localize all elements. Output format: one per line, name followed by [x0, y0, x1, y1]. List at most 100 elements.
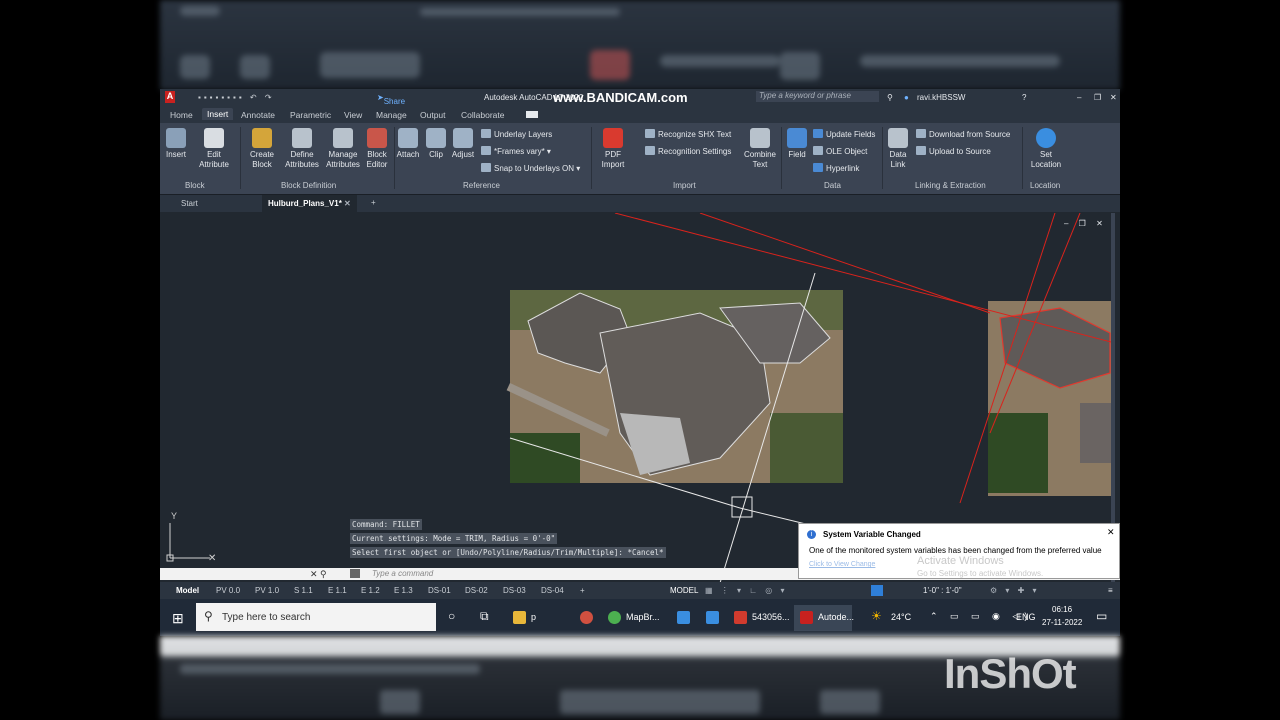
viewport-controls[interactable]: – ❐ ✕ — [1064, 219, 1107, 228]
annotation-scale[interactable]: 1'-0" : 1'-0" — [923, 586, 962, 595]
tab-insert[interactable]: Insert — [202, 108, 234, 120]
annotation-monitor-icon[interactable] — [871, 585, 883, 596]
taskbar-search[interactable]: ⚲ Type here to search — [196, 603, 436, 631]
user-icon[interactable]: ● — [904, 93, 909, 102]
layout-tab[interactable]: DS-01 — [428, 586, 451, 595]
tab-collaborate[interactable]: Collaborate — [461, 110, 504, 120]
block-editor-label-1: Block — [367, 150, 387, 159]
minimize-button[interactable]: – — [1077, 93, 1081, 102]
snap-underlays-dropdown[interactable]: Snap to Underlays ON ▾ — [481, 163, 580, 173]
tab-home[interactable]: Home — [170, 110, 193, 120]
layout-tab[interactable]: E 1.3 — [394, 586, 413, 595]
underlay-layers-button[interactable]: Underlay Layers — [481, 129, 552, 139]
tab-annotate[interactable]: Annotate — [241, 110, 275, 120]
hyperlink-button[interactable]: Hyperlink — [813, 163, 859, 173]
chrome-label[interactable]: MapBr... — [626, 612, 660, 622]
tab-parametric[interactable]: Parametric — [290, 110, 331, 120]
frames-vary-dropdown[interactable]: *Frames vary* ▾ — [481, 146, 551, 156]
clock-time[interactable]: 06:16 — [1052, 605, 1072, 614]
task-view-icon[interactable]: ⧉ — [480, 609, 489, 624]
quick-access-toolbar[interactable]: ▪▪▪▪▪▪▪▪ ↶ ↷ — [198, 93, 275, 102]
aerial-image-main[interactable] — [506, 290, 843, 483]
update-fields-button[interactable]: Update Fields — [813, 129, 875, 139]
tab-output[interactable]: Output — [420, 110, 446, 120]
autocad-logo-icon[interactable]: A — [165, 91, 175, 103]
app-icon-blue[interactable] — [677, 611, 690, 624]
notification-body: One of the monitored system variables ha… — [809, 546, 1102, 555]
block-editor-button[interactable]: Block Editor — [364, 128, 390, 170]
ole-object-button[interactable]: OLE Object — [813, 146, 867, 156]
panel-block[interactable]: Block — [185, 181, 205, 190]
upload-source-button[interactable]: Upload to Source — [916, 146, 991, 156]
recognition-settings-button[interactable]: Recognition Settings — [645, 146, 731, 156]
layout-tab[interactable]: E 1.1 — [328, 586, 347, 595]
user-name[interactable]: ravi.kHBSSW — [917, 93, 965, 102]
close-tab-icon[interactable]: ✕ — [344, 199, 351, 208]
tab-drawing[interactable]: Hulburd_Plans_V1* ✕ — [262, 195, 357, 212]
new-tab-icon[interactable]: + — [371, 198, 376, 207]
notification-center-icon[interactable]: ▭ — [1096, 609, 1107, 623]
create-block-button[interactable]: Create Block — [245, 128, 279, 170]
notification-balloon[interactable]: i System Variable Changed ✕ One of the m… — [798, 523, 1120, 579]
manage-attributes-button[interactable]: Manage Attributes — [324, 128, 362, 170]
panel-reference[interactable]: Reference — [463, 181, 500, 190]
aerial-image-right[interactable] — [988, 301, 1113, 496]
autocad-task-icon[interactable] — [800, 611, 813, 624]
search-icon[interactable]: ⚲ — [887, 93, 893, 102]
download-source-button[interactable]: Download from Source — [916, 129, 1010, 139]
clock-date[interactable]: 27-11-2022 — [1042, 618, 1082, 627]
language-indicator[interactable]: ENG — [1016, 612, 1036, 622]
add-layout-icon[interactable]: + — [580, 586, 585, 595]
chrome-icon[interactable] — [608, 611, 621, 624]
autocad-task-label[interactable]: Autode... — [818, 612, 854, 622]
view-change-link[interactable]: Click to View Change — [809, 561, 875, 568]
file-explorer-icon[interactable] — [513, 611, 526, 624]
tab-manage[interactable]: Manage — [376, 110, 407, 120]
vivaldi-icon[interactable] — [734, 611, 747, 624]
layout-tab[interactable]: PV 1.0 — [255, 586, 279, 595]
drafting-toggles[interactable]: ▦ ⋮ ▾ ∟ ◎ ▾ — [705, 586, 788, 595]
data-link-button[interactable]: Data Link — [886, 128, 910, 170]
tab-view[interactable]: View — [344, 110, 362, 120]
workspace-icons[interactable]: ⚙ ▾ ✚ ▾ — [990, 586, 1040, 595]
model-space-toggle[interactable]: MODEL — [670, 586, 698, 595]
recognize-shx-button[interactable]: Recognize SHX Text — [645, 129, 731, 139]
explorer-label[interactable]: p — [531, 612, 536, 622]
close-button[interactable]: ✕ — [1110, 93, 1117, 102]
app-icon[interactable] — [580, 611, 593, 624]
notification-close-icon[interactable]: ✕ — [1107, 527, 1115, 538]
panel-block-definition[interactable]: Block Definition — [281, 181, 336, 190]
layout-tab[interactable]: S 1.1 — [294, 586, 313, 595]
underlay-layers-label: Underlay Layers — [494, 130, 553, 139]
layout-tab[interactable]: DS-02 — [465, 586, 488, 595]
search-input[interactable]: Type a keyword or phrase — [756, 91, 879, 102]
command-input[interactable]: Type a command — [372, 569, 433, 578]
set-location-button[interactable]: Set Location — [1028, 128, 1064, 170]
adjust-button[interactable]: Adjust — [450, 128, 476, 160]
calculator-icon[interactable] — [706, 611, 719, 624]
layout-tab-model[interactable]: Model — [176, 586, 199, 595]
vivaldi-label[interactable]: 543056... — [752, 612, 790, 622]
command-tools-icon[interactable]: ✕ ⚲ — [310, 569, 327, 580]
insert-button[interactable]: Insert — [165, 128, 187, 160]
layout-tab[interactable]: PV 0.0 — [216, 586, 240, 595]
attach-button[interactable]: Attach — [395, 128, 421, 160]
help-icon[interactable]: ? — [1022, 93, 1026, 102]
layout-tab[interactable]: DS-04 — [541, 586, 564, 595]
ribbon-toggle-icon[interactable] — [526, 111, 538, 118]
share-button[interactable]: ➤ Share — [377, 93, 405, 106]
tab-start[interactable]: Start — [181, 199, 198, 208]
layout-tab[interactable]: E 1.2 — [361, 586, 380, 595]
cortana-icon[interactable]: ○ — [448, 609, 455, 623]
pdf-import-button[interactable]: PDF Import — [596, 128, 630, 170]
restore-button[interactable]: ❐ — [1094, 93, 1101, 102]
weather-temp[interactable]: 24°C — [891, 612, 911, 622]
field-button[interactable]: Field — [786, 128, 808, 160]
define-attributes-button[interactable]: Define Attributes — [283, 128, 321, 170]
customize-icon[interactable]: ≡ — [1108, 586, 1113, 595]
edit-attribute-button[interactable]: Edit Attribute — [197, 128, 231, 170]
windows-start-icon[interactable]: ⊞ — [172, 610, 184, 627]
combine-text-button[interactable]: Combine Text — [743, 128, 777, 170]
clip-button[interactable]: Clip — [426, 128, 446, 160]
layout-tab[interactable]: DS-03 — [503, 586, 526, 595]
